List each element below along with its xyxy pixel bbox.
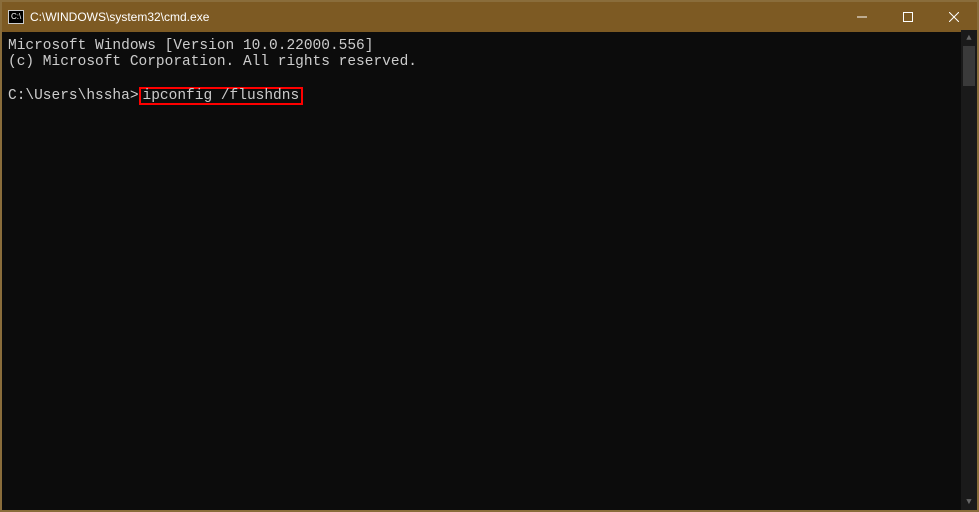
minimize-icon xyxy=(857,12,867,22)
cmd-icon: C:\ xyxy=(8,10,24,24)
command-highlight: ipconfig /flushdns xyxy=(139,87,304,106)
close-button[interactable] xyxy=(931,2,977,32)
titlebar-left: C:\ C:\WINDOWS\system32\cmd.exe xyxy=(8,10,209,24)
maximize-button[interactable] xyxy=(885,2,931,32)
scroll-thumb[interactable] xyxy=(963,46,975,86)
vertical-scrollbar[interactable]: ▲ ▼ xyxy=(961,30,977,510)
maximize-icon xyxy=(903,12,913,22)
minimize-button[interactable] xyxy=(839,2,885,32)
window-controls xyxy=(839,2,977,32)
command-text: ipconfig /flushdns xyxy=(143,88,300,104)
prompt-text: C:\Users\hssha> xyxy=(8,88,139,104)
scroll-down-arrow[interactable]: ▼ xyxy=(961,494,977,510)
scroll-up-arrow[interactable]: ▲ xyxy=(961,30,977,46)
terminal-area[interactable]: Microsoft Windows [Version 10.0.22000.55… xyxy=(2,32,977,510)
copyright-line: (c) Microsoft Corporation. All rights re… xyxy=(8,54,417,70)
version-line: Microsoft Windows [Version 10.0.22000.55… xyxy=(8,38,373,54)
close-icon xyxy=(949,12,959,22)
titlebar[interactable]: C:\ C:\WINDOWS\system32\cmd.exe xyxy=(2,2,977,32)
window-title: C:\WINDOWS\system32\cmd.exe xyxy=(30,10,209,24)
